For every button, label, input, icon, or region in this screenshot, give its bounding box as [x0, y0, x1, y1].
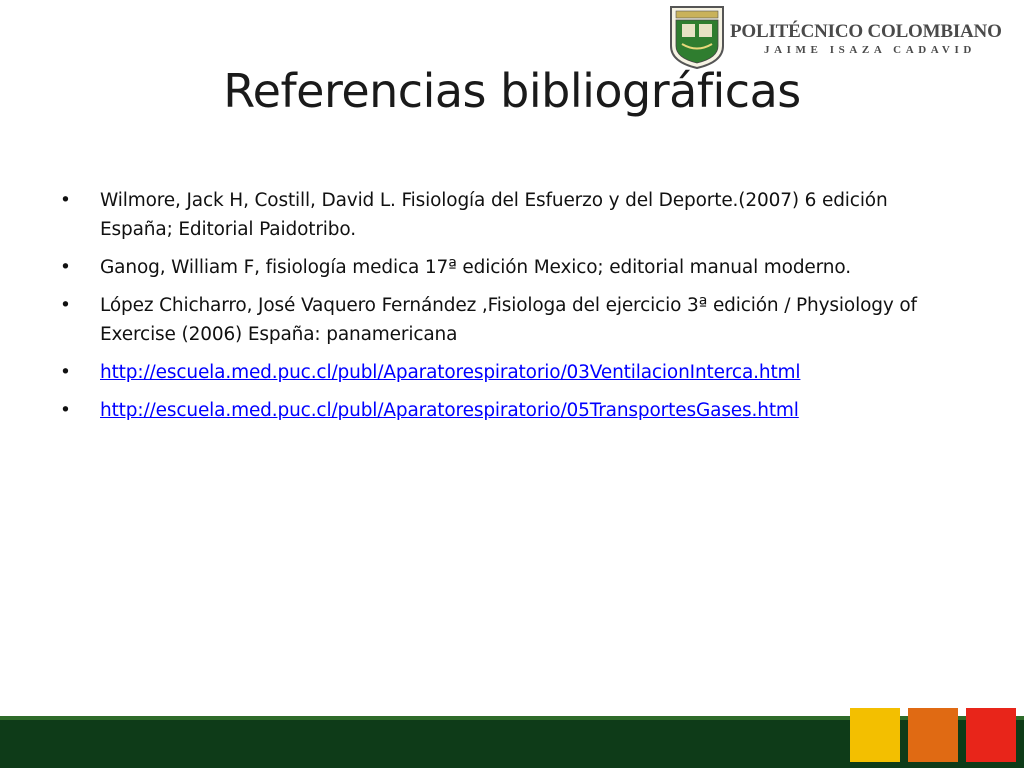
reference-text: López Chicharro, José Vaquero Fernández … — [100, 295, 917, 345]
institution-logo: POLITÉCNICO COLOMBIANO JAIME ISAZA CADAV… — [668, 4, 1018, 70]
reference-item: • http://escuela.med.puc.cl/publ/Aparato… — [60, 396, 960, 425]
reference-link[interactable]: http://escuela.med.puc.cl/publ/Aparatore… — [100, 400, 799, 421]
crest-icon — [670, 6, 724, 70]
reference-item: • López Chicharro, José Vaquero Fernánde… — [60, 291, 960, 349]
yellow-square — [850, 708, 900, 762]
bullet-icon: • — [60, 400, 71, 421]
page-title: Referencias bibliográficas — [223, 64, 801, 118]
bullet-icon: • — [60, 190, 71, 211]
reference-list: • Wilmore, Jack H, Costill, David L. Fis… — [60, 186, 960, 434]
institution-subtitle: JAIME ISAZA CADAVID — [764, 44, 976, 56]
reference-text: Ganog, William F, fisiología medica 17ª … — [100, 257, 851, 278]
bullet-icon: • — [60, 257, 71, 278]
reference-item: • Ganog, William F, fisiología medica 17… — [60, 253, 960, 282]
reference-link[interactable]: http://escuela.med.puc.cl/publ/Aparatore… — [100, 362, 801, 383]
orange-square — [908, 708, 958, 762]
red-square — [966, 708, 1016, 762]
reference-item: • Wilmore, Jack H, Costill, David L. Fis… — [60, 186, 960, 244]
bullet-icon: • — [60, 295, 71, 316]
reference-item: • http://escuela.med.puc.cl/publ/Aparato… — [60, 358, 960, 387]
institution-name: POLITÉCNICO COLOMBIANO — [730, 21, 1002, 42]
bullet-icon: • — [60, 362, 71, 383]
reference-text: Wilmore, Jack H, Costill, David L. Fisio… — [100, 190, 888, 240]
